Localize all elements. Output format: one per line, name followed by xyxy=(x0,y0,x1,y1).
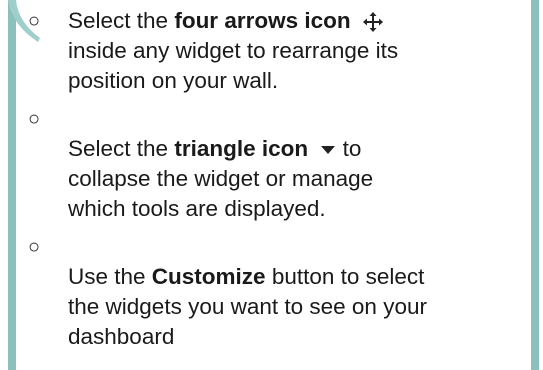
item-line: which tools are displayed. xyxy=(68,196,326,221)
item-line: inside any widget to rearrange its xyxy=(68,38,399,63)
bold-term: four arrows icon xyxy=(174,8,351,33)
bullet-circle: ○ xyxy=(28,236,41,258)
list-item: ○ Use the Customize button to select the… xyxy=(28,232,528,352)
triangle-down-icon xyxy=(321,146,336,155)
item-line: collapse the widget or manage xyxy=(68,166,374,191)
bold-term: triangle icon xyxy=(174,136,309,161)
slide-frame: ○ Select the four arrows icon inside any… xyxy=(0,0,543,370)
bullet-circle: ○ xyxy=(28,10,41,32)
bold-term: Customize xyxy=(151,264,266,289)
bullet-circle: ○ xyxy=(28,108,41,130)
item-line: Select the four arrows icon xyxy=(68,6,528,36)
list-item: ○ Select the four arrows icon inside any… xyxy=(28,6,528,96)
four-arrows-icon xyxy=(362,12,383,33)
item-line: Select the triangle icon to xyxy=(68,136,362,161)
instructions-list: ○ Select the four arrows icon inside any… xyxy=(28,6,528,352)
item-line: the widgets you want to see on your xyxy=(68,294,427,319)
item-line: Use the Customize button to select xyxy=(68,264,425,289)
item-line: position on your wall. xyxy=(68,68,279,93)
list-item: ○ Select the triangle icon to collapse t… xyxy=(28,104,528,224)
item-line: dashboard xyxy=(68,324,175,349)
right-border xyxy=(531,0,539,370)
